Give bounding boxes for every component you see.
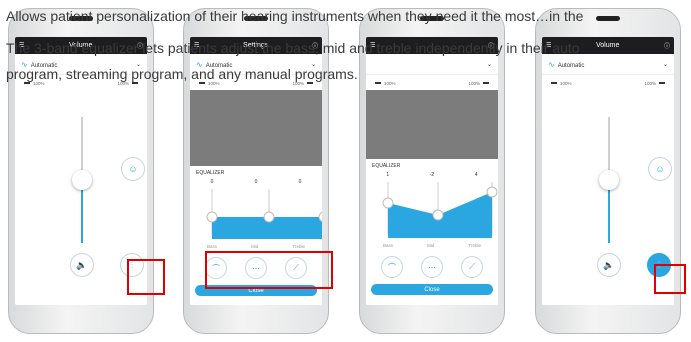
mid-label: Mid [251, 244, 259, 249]
smiley-icon[interactable]: ☺ [648, 157, 672, 181]
smiley-icon[interactable]: ☺ [121, 157, 145, 181]
bass-handle[interactable] [206, 211, 218, 223]
equalizer-title: EQUALIZER [372, 163, 401, 169]
minus-icon [375, 82, 381, 85]
mid-label: Mid [427, 243, 435, 248]
equalizer-curve[interactable] [366, 178, 498, 238]
volume-knob[interactable] [599, 170, 619, 190]
mid-handle[interactable] [263, 211, 275, 223]
equalizer-band-labels: Bass Mid Treble [366, 243, 498, 248]
speaker-icon[interactable]: 🔈 [597, 253, 621, 277]
minus-icon [199, 82, 205, 85]
phone-equalizer-adjusted: ☰ ⓘ ⌄ 100% 100% EQUALIZER 1 -2 4 Bass Mi… [359, 8, 505, 334]
preset-flat-icon[interactable]: ⋯ [421, 256, 443, 278]
equalizer-sheet: EQUALIZER 1 -2 4 Bass Mid Treble ⌒ ⋯ ⟋ C… [366, 159, 498, 305]
caption-line-1: Allows patient personalization of their … [6, 8, 584, 24]
treble-label: Treble [292, 244, 305, 249]
bass-handle[interactable] [382, 197, 394, 209]
highlight-equalizer-button [127, 259, 165, 295]
minus-icon [483, 82, 489, 85]
minus-icon [132, 82, 138, 85]
dimmed-overlay [366, 90, 498, 166]
caption-line-3: program, streaming program, and any manu… [6, 66, 358, 82]
close-button[interactable]: Close [371, 284, 493, 295]
minus-icon [659, 82, 665, 85]
speaker-icon[interactable]: 🔈 [70, 253, 94, 277]
volume-slider[interactable] [599, 117, 619, 243]
volume-knob[interactable] [72, 170, 92, 190]
minus-icon [307, 82, 313, 85]
equalizer-curve[interactable] [190, 185, 322, 239]
highlight-equalizer-button [654, 264, 686, 294]
volume-slider[interactable] [72, 117, 92, 243]
caption-line-2: The 3-band equalizer lets patients adjus… [6, 40, 580, 56]
treble-handle[interactable] [486, 186, 498, 198]
equalizer-band-labels: Bass Mid Treble [190, 244, 322, 249]
dimmed-overlay [190, 90, 322, 166]
highlight-presets [205, 251, 333, 289]
mid-handle[interactable] [432, 209, 444, 221]
minus-icon [24, 82, 30, 85]
treble-label: Treble [468, 243, 481, 248]
bass-label: Bass [383, 243, 394, 248]
preset-treble-icon[interactable]: ⟋ [461, 256, 483, 278]
equalizer-presets: ⌒ ⋯ ⟋ [366, 256, 498, 278]
bass-label: Bass [207, 244, 218, 249]
minus-icon [551, 82, 557, 85]
equalizer-title: EQUALIZER [196, 170, 225, 176]
preset-bass-icon[interactable]: ⌒ [381, 256, 403, 278]
